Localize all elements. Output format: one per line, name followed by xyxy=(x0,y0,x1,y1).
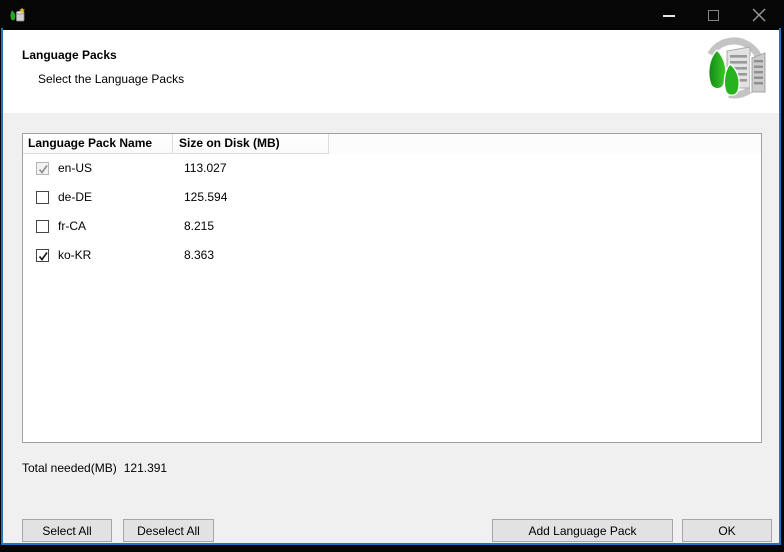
window-border-right xyxy=(779,28,781,545)
table-row[interactable]: en-US 113.027 xyxy=(23,154,761,183)
checkmark-icon xyxy=(38,252,48,261)
deselect-all-button[interactable]: Deselect All xyxy=(123,519,214,542)
row-name: ko-KR xyxy=(58,248,92,262)
table-row[interactable]: fr-CA 8.215 xyxy=(23,212,761,241)
total-needed-label: Total needed(MB) xyxy=(22,461,117,475)
table-rows: en-US 113.027 de-DE 125.594 fr-CA 8.215 … xyxy=(23,154,761,270)
ok-button[interactable]: OK xyxy=(682,519,772,542)
row-name: de-DE xyxy=(58,190,93,204)
dialog-content: Language Packs Select the Language Packs xyxy=(3,30,779,543)
row-name: en-US xyxy=(58,161,93,175)
app-icon xyxy=(10,7,25,22)
column-header-language-pack-name[interactable]: Language Pack Name xyxy=(23,134,173,154)
row-checkbox[interactable] xyxy=(36,249,49,262)
row-size: 8.215 xyxy=(184,219,215,233)
row-size: 113.027 xyxy=(184,161,227,175)
add-language-pack-button[interactable]: Add Language Pack xyxy=(492,519,673,542)
maximize-button[interactable] xyxy=(708,10,719,21)
titlebar xyxy=(0,0,784,30)
header-band: Language Packs Select the Language Packs xyxy=(3,30,779,113)
page-subtitle: Select the Language Packs xyxy=(38,72,185,86)
row-checkbox[interactable] xyxy=(36,162,49,175)
language-packs-logo-icon xyxy=(703,37,766,99)
total-needed: Total needed(MB) 121.391 xyxy=(22,461,167,475)
minimize-button[interactable] xyxy=(663,15,675,17)
table-header-row: Language Pack Name Size on Disk (MB) xyxy=(23,134,761,154)
row-name: fr-CA xyxy=(58,219,86,233)
close-button[interactable] xyxy=(752,8,766,22)
row-size: 8.363 xyxy=(184,248,215,262)
table-row[interactable]: ko-KR 8.363 xyxy=(23,241,761,270)
row-checkbox[interactable] xyxy=(36,220,49,233)
row-checkbox[interactable] xyxy=(36,191,49,204)
language-pack-table: Language Pack Name Size on Disk (MB) en-… xyxy=(22,133,762,443)
total-needed-value: 121.391 xyxy=(123,461,168,475)
select-all-button[interactable]: Select All xyxy=(22,519,112,542)
row-size: 125.594 xyxy=(184,190,228,204)
column-header-size-on-disk[interactable]: Size on Disk (MB) xyxy=(173,134,329,154)
window-border-bottom xyxy=(1,543,781,545)
language-packs-window: Language Packs Select the Language Packs xyxy=(0,0,784,552)
checkmark-icon xyxy=(38,165,48,174)
column-header-filler xyxy=(329,134,761,154)
page-title: Language Packs xyxy=(22,48,117,62)
table-row[interactable]: de-DE 125.594 xyxy=(23,183,761,212)
